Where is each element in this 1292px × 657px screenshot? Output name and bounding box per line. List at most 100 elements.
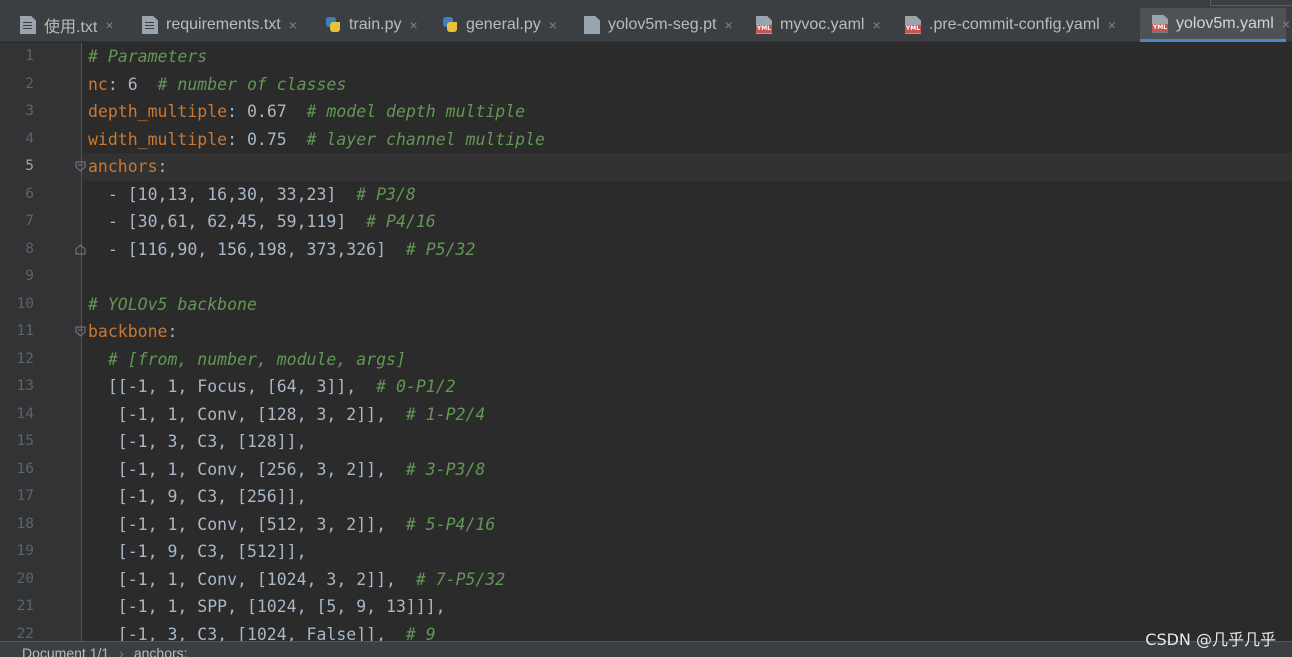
code-line[interactable]: backbone: bbox=[88, 318, 177, 346]
tab-5[interactable]: yolov5m-seg.pt × bbox=[572, 8, 744, 42]
current-line-highlight bbox=[82, 153, 1292, 181]
code-line[interactable]: # [from, number, module, args] bbox=[88, 346, 406, 374]
code-comment: # P3/8 bbox=[356, 184, 416, 204]
tab-8[interactable]: YML yolov5m.yaml × bbox=[1140, 8, 1290, 42]
line-number: 8 bbox=[25, 240, 34, 257]
close-icon[interactable]: × bbox=[409, 17, 417, 33]
code-line[interactable]: - [116,90, 156,198, 373,326] # P5/32 bbox=[88, 236, 476, 264]
breadcrumb-path[interactable]: anchors: bbox=[134, 645, 188, 657]
code-line[interactable]: - [10,13, 16,30, 33,23] # P3/8 bbox=[88, 181, 416, 209]
code-line[interactable]: [-1, 9, C3, [256]], bbox=[88, 483, 307, 511]
tab-label: 使用.txt bbox=[44, 19, 98, 36]
code-comment: # YOLOv5 backbone bbox=[88, 294, 257, 314]
tab-2[interactable]: requirements.txt × bbox=[130, 8, 313, 42]
yaml-key: nc bbox=[88, 74, 108, 94]
code-line[interactable]: [[-1, 1, Focus, [64, 3]], # 0-P1/2 bbox=[88, 373, 456, 401]
close-icon[interactable]: × bbox=[105, 17, 113, 33]
close-icon[interactable]: × bbox=[289, 17, 297, 33]
yaml-file-icon: YML bbox=[1152, 14, 1168, 33]
code-line[interactable]: nc: 6 # number of classes bbox=[88, 71, 346, 99]
tab-label: .pre-commit-config.yaml bbox=[929, 16, 1100, 33]
line-number: 2 bbox=[25, 75, 34, 92]
breadcrumb-statusbar: Document 1/1 › anchors: bbox=[0, 641, 1292, 657]
code-comment: # P5/32 bbox=[405, 239, 476, 259]
yaml-key: depth_multiple bbox=[88, 102, 228, 121]
code-comment: # Parameters bbox=[88, 47, 208, 66]
tab-label: yolov5m-seg.pt bbox=[608, 16, 717, 33]
python-file-icon bbox=[325, 16, 341, 34]
fold-close-icon[interactable] bbox=[75, 243, 86, 255]
code-comment: # [from, number, module, args] bbox=[88, 349, 406, 369]
text-file-icon bbox=[142, 16, 158, 34]
code-text: [-1, 1, SPP, [1024, [5, 9, 13]]], bbox=[88, 597, 446, 616]
close-icon[interactable]: × bbox=[725, 17, 733, 33]
code-text: : bbox=[167, 322, 178, 341]
tab-label: train.py bbox=[349, 16, 402, 33]
code-line[interactable]: [-1, 9, C3, [512]], bbox=[88, 538, 307, 566]
code-line[interactable]: [-1, 1, Conv, [256, 3, 2]], # 3-P3/8 bbox=[88, 456, 486, 484]
code-text: [-1, 9, C3, [256]], bbox=[88, 487, 307, 506]
code-comment: # layer channel multiple bbox=[306, 129, 545, 149]
code-text: [[-1, 1, Focus, [64, 3]], bbox=[88, 377, 377, 396]
yaml-key: width_multiple bbox=[88, 129, 228, 149]
code-line[interactable]: anchors: bbox=[88, 153, 167, 181]
line-number: 19 bbox=[16, 543, 34, 559]
code-comment: # number of classes bbox=[157, 74, 347, 94]
line-number: 18 bbox=[16, 515, 34, 532]
watermark: CSDN @几乎几乎 bbox=[1145, 630, 1276, 649]
close-icon[interactable]: × bbox=[1108, 17, 1116, 33]
editor-tab-bar: 使用.txt × requirements.txt × train.py × general… bbox=[0, 0, 1292, 42]
binary-file-icon bbox=[584, 16, 600, 34]
code-text: [-1, 1, Conv, [512, 3, 2]], bbox=[88, 514, 406, 534]
line-number: 21 bbox=[16, 598, 34, 614]
fold-open-icon[interactable] bbox=[75, 161, 86, 172]
line-number: 10 bbox=[16, 295, 34, 312]
line-number: 16 bbox=[16, 460, 34, 477]
line-number: 14 bbox=[16, 405, 34, 422]
close-icon[interactable]: × bbox=[1282, 16, 1290, 32]
code-line[interactable]: # YOLOv5 backbone bbox=[88, 291, 257, 319]
code-comment: # P4/16 bbox=[366, 212, 436, 231]
code-line[interactable]: [-1, 1, SPP, [1024, [5, 9, 13]]], bbox=[88, 593, 446, 621]
tab-label: general.py bbox=[466, 16, 541, 33]
code-comment: # model depth multiple bbox=[306, 102, 526, 121]
line-number: 6 bbox=[25, 185, 34, 202]
tab-label: requirements.txt bbox=[166, 16, 281, 33]
code-text: - [30,61, 62,45, 59,119] bbox=[88, 212, 367, 231]
yaml-file-icon: YML bbox=[756, 16, 772, 34]
line-number: 13 bbox=[16, 378, 34, 394]
code-comment: # 3-P3/8 bbox=[405, 459, 486, 479]
document-indicator: Document 1/1 bbox=[22, 645, 110, 657]
code-line[interactable]: depth_multiple: 0.67 # model depth multi… bbox=[88, 98, 525, 126]
tab-bar-corner bbox=[1210, 0, 1292, 6]
code-comment: # 7-P5/32 bbox=[415, 569, 506, 589]
yaml-file-icon: YML bbox=[905, 16, 921, 34]
code-line[interactable]: [-1, 3, C3, [128]], bbox=[88, 428, 307, 456]
code-text: [-1, 3, C3, [128]], bbox=[88, 432, 307, 451]
yaml-key: backbone bbox=[88, 322, 168, 341]
line-number: 9 bbox=[25, 268, 34, 284]
tab-4[interactable]: general.py × bbox=[430, 8, 572, 42]
code-line[interactable]: [-1, 1, Conv, [512, 3, 2]], # 5-P4/16 bbox=[88, 511, 496, 539]
tab-6[interactable]: YML myvoc.yaml × bbox=[744, 8, 893, 42]
tab-3[interactable]: train.py × bbox=[313, 8, 430, 42]
code-line[interactable]: width_multiple: 0.75 # layer channel mul… bbox=[88, 126, 545, 154]
code-line[interactable]: - [30,61, 62,45, 59,119] # P4/16 bbox=[88, 208, 436, 236]
code-comment: # 0-P1/2 bbox=[376, 377, 456, 396]
tab-1[interactable]: 使用.txt × bbox=[8, 8, 130, 42]
yaml-badge: YML bbox=[756, 25, 772, 33]
close-icon[interactable]: × bbox=[549, 17, 557, 33]
tab-label: yolov5m.yaml bbox=[1176, 14, 1274, 32]
fold-open-icon[interactable] bbox=[75, 326, 86, 337]
code-comment: # 1-P2/4 bbox=[405, 404, 486, 424]
close-icon[interactable]: × bbox=[872, 17, 880, 33]
line-number: 7 bbox=[25, 213, 34, 229]
code-line[interactable]: [-1, 1, Conv, [1024, 3, 2]], # 7-P5/32 bbox=[88, 566, 505, 594]
code-line[interactable]: # Parameters bbox=[88, 43, 207, 71]
text-file-icon bbox=[20, 16, 36, 34]
code-text: [-1, 1, Conv, [256, 3, 2]], bbox=[88, 459, 406, 479]
yaml-badge: YML bbox=[1152, 23, 1168, 32]
code-text: : 6 bbox=[107, 74, 158, 94]
tab-7[interactable]: YML .pre-commit-config.yaml × bbox=[893, 8, 1140, 42]
code-line[interactable]: [-1, 1, Conv, [128, 3, 2]], # 1-P2/4 bbox=[88, 401, 486, 429]
